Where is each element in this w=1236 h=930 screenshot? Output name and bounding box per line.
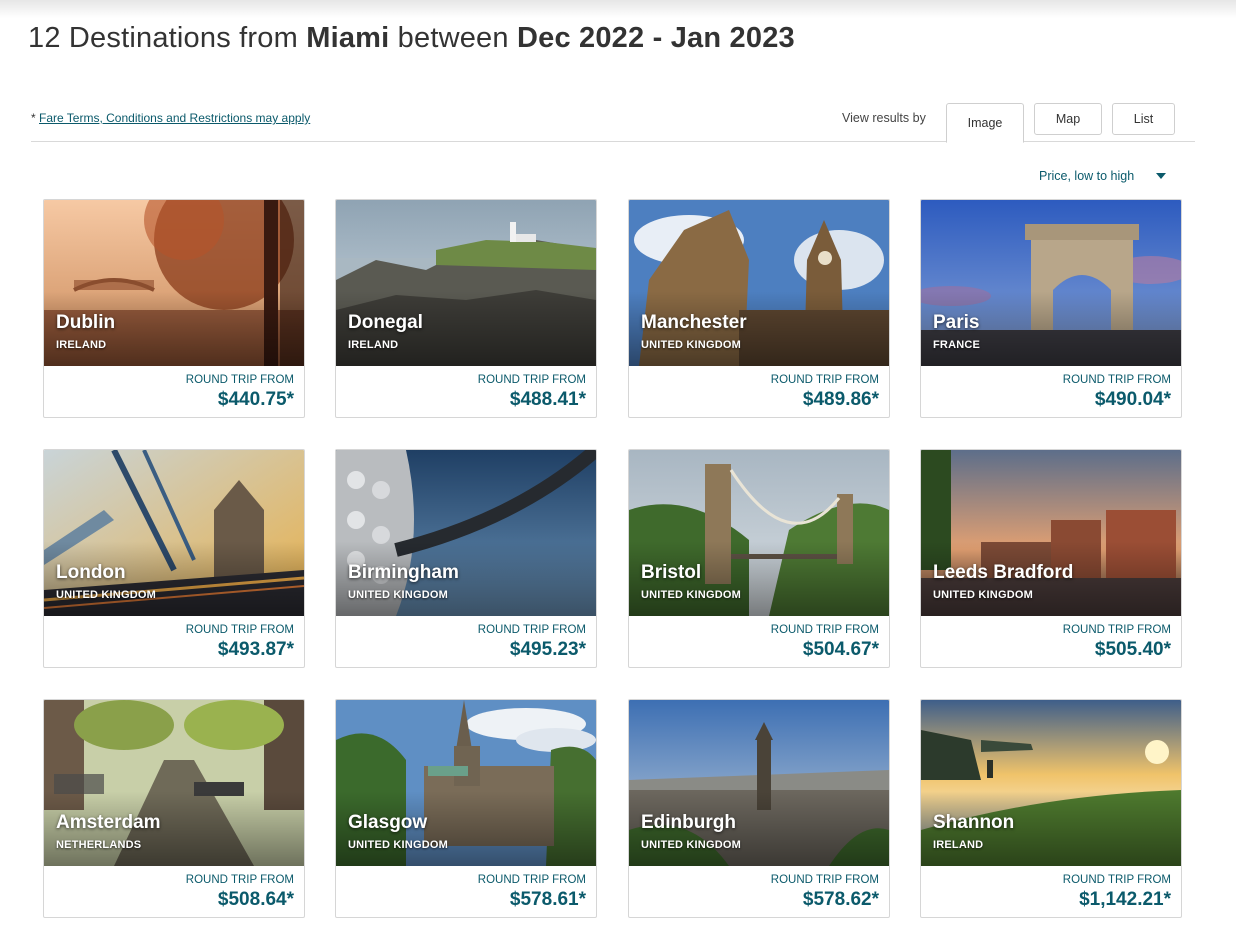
city-name: Glasgow — [348, 812, 428, 833]
destination-card-shannon[interactable]: Shannon IRELAND ROUND TRIP FROM $1,142.2… — [920, 699, 1182, 918]
price: $578.61* — [509, 889, 586, 910]
title-prefix: 12 Destinations from — [28, 22, 307, 54]
round-trip-label: ROUND TRIP FROM — [1062, 874, 1171, 886]
sort-dropdown[interactable]: Price, low to high — [1039, 169, 1167, 183]
destination-card-bristol[interactable]: Bristol UNITED KINGDOM ROUND TRIP FROM $… — [628, 449, 890, 668]
round-trip-label: ROUND TRIP FROM — [770, 624, 879, 636]
city-name: London — [56, 562, 126, 583]
round-trip-label: ROUND TRIP FROM — [185, 374, 294, 386]
sort-label: Price, low to high — [1039, 169, 1135, 183]
results-toolbar: * Fare Terms, Conditions and Restriction… — [31, 101, 1195, 143]
round-trip-label: ROUND TRIP FROM — [185, 624, 294, 636]
country-name: UNITED KINGDOM — [641, 589, 741, 601]
country-name: IRELAND — [348, 339, 399, 351]
price: $489.86* — [802, 389, 879, 410]
price: $1,142.21* — [1079, 889, 1171, 910]
city-name: Shannon — [933, 812, 1015, 833]
caret-down-icon — [1156, 173, 1167, 179]
round-trip-label: ROUND TRIP FROM — [185, 874, 294, 886]
page-title: 12 Destinations from Miami between Dec 2… — [28, 22, 795, 55]
header-shadow — [0, 0, 1236, 18]
destination-card-paris[interactable]: Paris FRANCE ROUND TRIP FROM $490.04* — [920, 199, 1182, 418]
destination-card-birmingham[interactable]: Birmingham UNITED KINGDOM ROUND TRIP FRO… — [335, 449, 597, 668]
round-trip-label: ROUND TRIP FROM — [477, 874, 586, 886]
title-dates: Dec 2022 - Jan 2023 — [516, 22, 795, 54]
round-trip-label: ROUND TRIP FROM — [1062, 624, 1171, 636]
city-name: Leeds Bradford — [933, 562, 1074, 583]
destination-card-glasgow[interactable]: Glasgow UNITED KINGDOM ROUND TRIP FROM $… — [335, 699, 597, 918]
country-name: UNITED KINGDOM — [56, 589, 156, 601]
city-name: Manchester — [641, 312, 747, 333]
round-trip-label: ROUND TRIP FROM — [477, 374, 586, 386]
city-name: Bristol — [641, 562, 702, 583]
view-list-tab[interactable]: List — [1112, 103, 1175, 135]
price: $504.67* — [802, 639, 879, 660]
city-name: Birmingham — [348, 562, 459, 583]
destination-card-dublin[interactable]: Dublin IRELAND ROUND TRIP FROM $440.75* — [43, 199, 305, 418]
round-trip-label: ROUND TRIP FROM — [770, 874, 879, 886]
price: $508.64* — [217, 889, 294, 910]
round-trip-label: ROUND TRIP FROM — [477, 624, 586, 636]
country-name: UNITED KINGDOM — [641, 339, 741, 351]
price: $440.75* — [217, 389, 294, 410]
country-name: UNITED KINGDOM — [933, 589, 1033, 601]
round-trip-label: ROUND TRIP FROM — [770, 374, 879, 386]
destination-card-leeds-bradford[interactable]: Leeds Bradford UNITED KINGDOM ROUND TRIP… — [920, 449, 1182, 668]
view-results-label: View results by — [842, 111, 926, 125]
destination-card-manchester[interactable]: Manchester UNITED KINGDOM ROUND TRIP FRO… — [628, 199, 890, 418]
country-name: IRELAND — [933, 839, 984, 851]
destination-card-edinburgh[interactable]: Edinburgh UNITED KINGDOM ROUND TRIP FROM… — [628, 699, 890, 918]
city-name: Dublin — [56, 312, 116, 333]
destination-card-amsterdam[interactable]: Amsterdam NETHERLANDS ROUND TRIP FROM $5… — [43, 699, 305, 918]
country-name: FRANCE — [933, 339, 981, 351]
price: $578.62* — [802, 889, 879, 910]
price: $493.87* — [217, 639, 294, 660]
fare-terms-link[interactable]: Fare Terms, Conditions and Restrictions … — [39, 111, 310, 125]
city-name: Edinburgh — [641, 812, 736, 833]
price: $488.41* — [509, 389, 586, 410]
country-name: IRELAND — [56, 339, 107, 351]
fare-note: * Fare Terms, Conditions and Restriction… — [31, 111, 310, 125]
city-name: Paris — [933, 312, 980, 333]
city-name: Donegal — [348, 312, 423, 333]
fare-asterisk: * — [31, 111, 40, 125]
city-name: Amsterdam — [56, 812, 161, 833]
price: $505.40* — [1094, 639, 1171, 660]
price: $490.04* — [1094, 389, 1171, 410]
round-trip-label: ROUND TRIP FROM — [1062, 374, 1171, 386]
destination-card-donegal[interactable]: Donegal IRELAND ROUND TRIP FROM $488.41* — [335, 199, 597, 418]
title-origin: Miami — [306, 22, 390, 54]
title-between: between — [389, 22, 517, 54]
view-map-tab[interactable]: Map — [1034, 103, 1102, 135]
price: $495.23* — [509, 639, 586, 660]
country-name: UNITED KINGDOM — [348, 589, 448, 601]
country-name: UNITED KINGDOM — [348, 839, 448, 851]
country-name: UNITED KINGDOM — [641, 839, 741, 851]
view-image-tab[interactable]: Image — [946, 103, 1024, 143]
destination-card-london[interactable]: London UNITED KINGDOM ROUND TRIP FROM $4… — [43, 449, 305, 668]
country-name: NETHERLANDS — [56, 839, 142, 851]
